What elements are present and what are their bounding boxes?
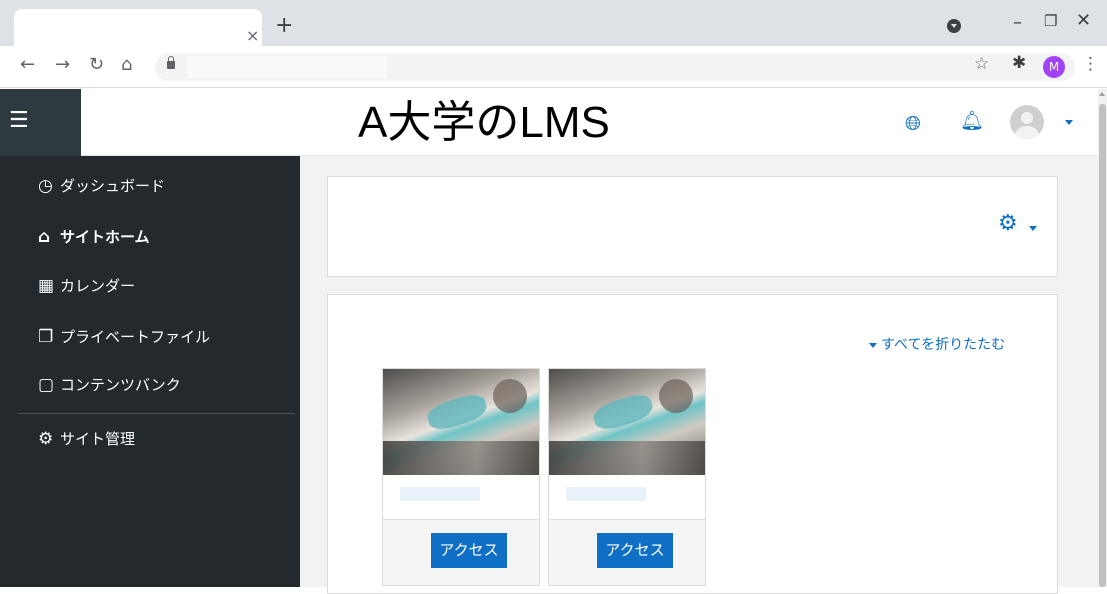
course-list-card: すべてを折りたたむ アクセス アクセス <box>327 294 1058 594</box>
forward-icon[interactable]: → <box>55 54 70 76</box>
home-icon: ⌂ <box>38 227 51 247</box>
sidebar-item-content-bank[interactable]: ▢ コンテンツバンク <box>38 372 181 398</box>
close-tab-icon[interactable]: × <box>246 26 259 46</box>
home-icon[interactable]: ⌂ <box>121 54 132 76</box>
bookmark-star-icon[interactable]: ☆ <box>974 54 989 74</box>
profile-avatar[interactable]: M <box>1043 56 1065 78</box>
sidebar-item-label: サイト管理 <box>60 430 136 448</box>
nav-drawer: ◷ ダッシュボード ⌂ サイトホーム ▦ カレンダー ❐ プライベートファイル ▢ コンテ… <box>0 156 300 587</box>
course-footer: アクセス <box>383 519 539 585</box>
image-shadow <box>549 441 705 475</box>
globe-icon[interactable]: 🌐︎ <box>905 111 921 135</box>
sidebar-item-dashboard[interactable]: ◷ ダッシュボード <box>38 173 165 199</box>
sidebar-item-private-files[interactable]: ❐ プライベートファイル <box>38 324 210 350</box>
address-bar[interactable] <box>155 53 1075 81</box>
dashboard-icon: ◷ <box>38 176 53 196</box>
url-text <box>187 56 387 78</box>
scroll-up-arrow-icon[interactable] <box>1099 92 1105 96</box>
site-title[interactable]: A大学のLMS <box>358 95 610 151</box>
back-icon[interactable]: ← <box>20 54 35 76</box>
sidebar-divider <box>18 413 295 414</box>
scrollbar-thumb[interactable] <box>1099 104 1106 587</box>
drawer-toggle[interactable]: ☰ <box>0 89 81 156</box>
paint-stroke <box>590 390 656 434</box>
tab-search-icon[interactable] <box>947 19 961 33</box>
hand-shape <box>493 379 527 413</box>
sidebar-item-label: サイトホーム <box>60 228 150 246</box>
course-card: アクセス <box>382 368 540 586</box>
bell-icon[interactable]: 🔔︎ <box>960 109 984 132</box>
reload-icon[interactable]: ↻ <box>89 54 104 76</box>
hamburger-icon: ☰ <box>9 108 29 133</box>
hand-shape <box>659 379 693 413</box>
clipboard-icon: ▢ <box>38 375 55 395</box>
course-name-link[interactable] <box>566 487 646 501</box>
course-footer: アクセス <box>549 519 705 585</box>
collapse-all-label: すべてを折りたたむ <box>881 337 1006 353</box>
access-button[interactable]: アクセス <box>431 533 507 568</box>
site-navbar: ☰ A大学のLMS 🌐︎ 🔔︎ <box>0 89 1098 156</box>
gear-icon[interactable]: ⚙ <box>998 211 1018 237</box>
browser-tab-strip: × + – ❐ ✕ <box>0 0 1107 46</box>
window-close-icon[interactable]: ✕ <box>1076 10 1091 31</box>
gear-icon: ⚙ <box>38 429 54 449</box>
browser-tab[interactable]: × <box>14 9 262 46</box>
files-icon: ❐ <box>38 327 54 347</box>
course-image[interactable] <box>383 369 539 475</box>
course-card: アクセス <box>548 368 706 586</box>
sidebar-item-site-home[interactable]: ⌂ サイトホーム <box>38 224 150 250</box>
main-content: ⚙ すべてを折りたたむ アクセス アクセス <box>300 156 1098 594</box>
sidebar-item-label: カレンダー <box>60 277 136 295</box>
extensions-icon[interactable]: ✱ <box>1012 53 1026 73</box>
browser-menu-icon[interactable]: ⋮ <box>1082 54 1099 74</box>
collapse-all-link[interactable]: すべてを折りたたむ <box>869 335 1005 355</box>
calendar-icon: ▦ <box>38 276 55 296</box>
course-image[interactable] <box>549 369 705 475</box>
browser-toolbar: ← → ↻ ⌂ ☆ ✱ M ⋮ <box>0 46 1107 88</box>
sidebar-item-label: コンテンツバンク <box>60 376 181 394</box>
course-name-link[interactable] <box>400 487 480 501</box>
lock-icon[interactable] <box>167 56 175 69</box>
caret-down-icon <box>869 342 877 348</box>
access-button[interactable]: アクセス <box>597 533 673 568</box>
new-tab-icon[interactable]: + <box>275 14 293 38</box>
actions-caret-icon[interactable] <box>1029 226 1037 231</box>
restore-icon[interactable]: ❐ <box>1044 12 1057 30</box>
image-shadow <box>383 441 539 475</box>
minimize-icon[interactable]: – <box>1013 12 1022 33</box>
page-header-card: ⚙ <box>327 176 1058 277</box>
user-menu-caret-icon[interactable] <box>1065 120 1073 125</box>
sidebar-item-site-admin[interactable]: ⚙ サイト管理 <box>38 426 135 452</box>
paint-stroke <box>424 390 490 434</box>
sidebar-item-label: ダッシュボード <box>60 177 166 195</box>
sidebar-item-label: プライベートファイル <box>60 328 211 346</box>
sidebar-item-calendar[interactable]: ▦ カレンダー <box>38 273 135 299</box>
user-avatar[interactable] <box>1010 105 1044 139</box>
